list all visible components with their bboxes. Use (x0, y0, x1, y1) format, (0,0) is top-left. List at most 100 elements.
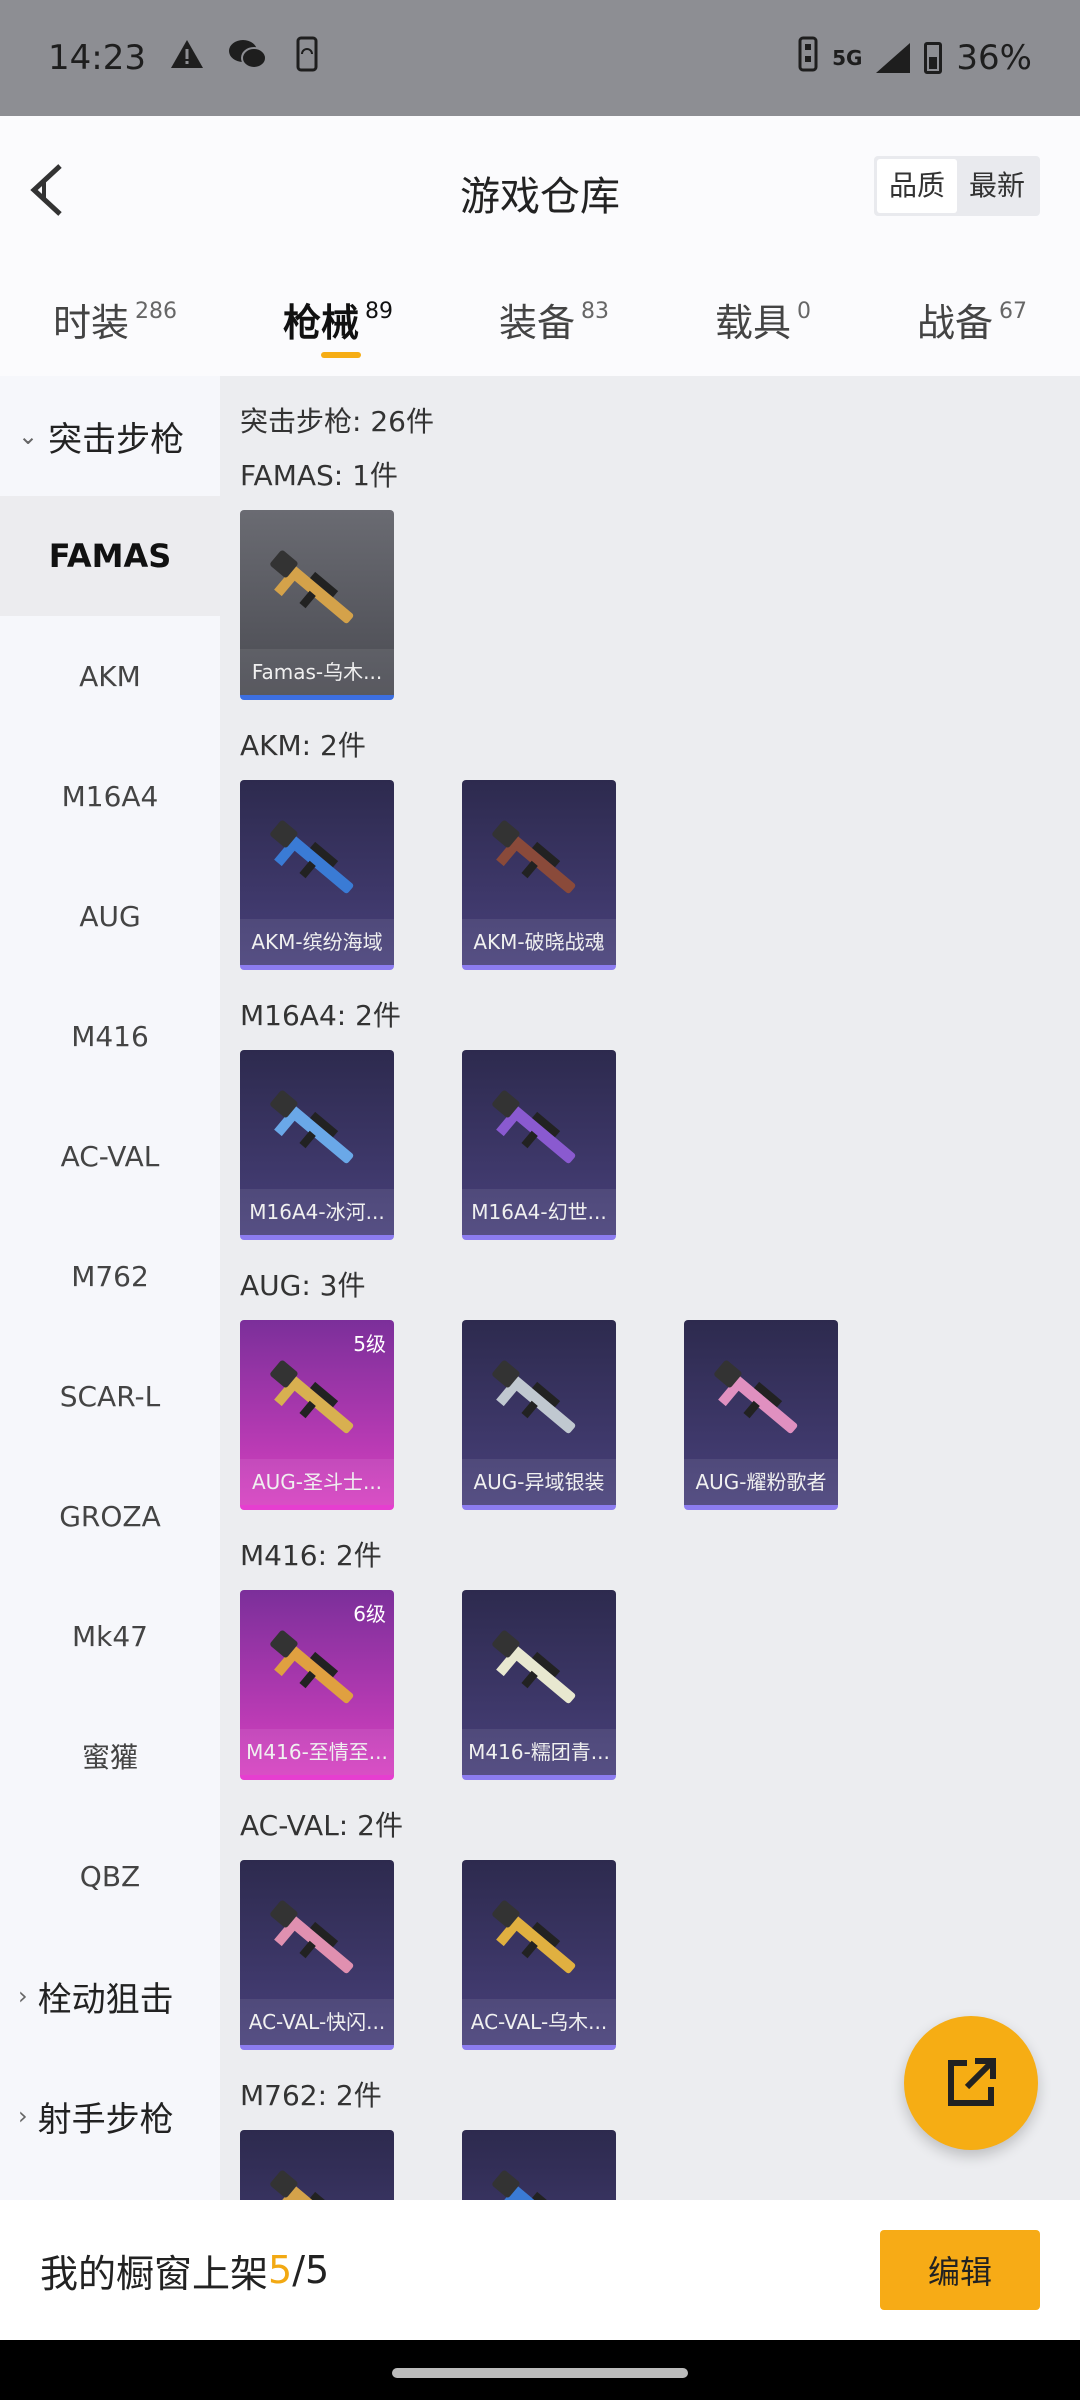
section-title: AKM: 2件 (240, 729, 366, 762)
section-title: FAMAS: 1件 (240, 459, 398, 492)
external-link-icon (948, 2058, 996, 2106)
sidebar-item-mk47[interactable]: Mk47 (0, 1576, 220, 1696)
skin-card[interactable]: AC-VAL-快闪... (240, 1860, 394, 2050)
category-total: 突击步枪: 26件 (240, 405, 434, 438)
skin-row: 6级 M416-至情至... M416-糯团青... (240, 1574, 1080, 1790)
skin-row: M16A4-冰河... M16A4-幻世... (240, 1034, 1080, 1250)
sidebar-item-m416[interactable]: M416 (0, 976, 220, 1096)
gun-icon (492, 2170, 576, 2200)
skin-card[interactable]: 5级 AUG-圣斗士... (240, 1320, 394, 1510)
sort-newest-button[interactable]: 最新 (957, 159, 1037, 213)
tab-vehicles[interactable]: 载具 0 (715, 292, 811, 347)
sidebar-item-m762[interactable]: M762 (0, 1216, 220, 1336)
chevron-down-icon: ⌄ (18, 422, 39, 450)
gun-icon (270, 1630, 354, 1704)
home-indicator[interactable] (392, 2368, 688, 2378)
skin-name: AC-VAL-快闪... (240, 1999, 394, 2045)
skin-card[interactable] (462, 2130, 616, 2200)
section-title: AC-VAL: 2件 (240, 1809, 403, 1842)
sidebar-item-honey-badger[interactable]: 蜜獾 (0, 1696, 220, 1816)
gun-icon (270, 1900, 354, 1974)
skin-card[interactable]: AKM-破晓战魂 (462, 780, 616, 970)
skin-card[interactable]: AC-VAL-乌木... (462, 1860, 616, 2050)
skin-card[interactable] (240, 2130, 394, 2200)
skin-card[interactable]: AUG-耀粉歌者 (684, 1320, 838, 1510)
chevron-right-icon: › (18, 2102, 28, 2130)
showcase-bar: 我的橱窗上架 5 /5 编辑 (0, 2200, 1080, 2340)
gun-icon (492, 1090, 576, 1164)
skin-name: M16A4-幻世... (462, 1189, 616, 1235)
battery-percent: 36% (956, 38, 1032, 78)
showcase-count: 5 (268, 2248, 293, 2292)
sort-toggle: 品质 最新 (873, 156, 1040, 216)
gun-icon (270, 820, 354, 894)
tab-supplies[interactable]: 战备 67 (917, 292, 1027, 347)
sidebar-item-akm[interactable]: AKM (0, 616, 220, 736)
sidebar-item-scar-l[interactable]: SCAR-L (0, 1336, 220, 1456)
section-title: M416: 2件 (240, 1539, 382, 1572)
weapon-sidebar: ⌄ 突击步枪 FAMAS AKM M16A4 AUG M416 AC-VAL M… (0, 376, 220, 2200)
status-bar: 14:23 5G 36% (0, 0, 1080, 116)
sidebar-item-qbz[interactable]: QBZ (0, 1816, 220, 1936)
showcase-total: /5 (292, 2248, 330, 2292)
skin-name: M416-糯团青... (462, 1729, 616, 1775)
skin-name: AKM-缤纷海域 (240, 919, 394, 965)
edit-button[interactable]: 编辑 (880, 2230, 1040, 2310)
network-type: 5G (832, 46, 863, 70)
gun-icon (714, 1360, 798, 1434)
skin-level: 5级 (353, 1332, 386, 1356)
skin-name: Famas-乌木... (240, 649, 394, 695)
sidebar-group-assault-rifles[interactable]: ⌄ 突击步枪 (0, 376, 220, 496)
gun-icon (492, 1630, 576, 1704)
sidebar-item-aug[interactable]: AUG (0, 856, 220, 976)
phone-sync-icon (292, 36, 322, 81)
weapon-grid: 突击步枪: 26件 FAMAS: 1件 Famas-乌木... AKM: 2件 AKM… (220, 376, 1080, 2200)
battery-icon (924, 42, 943, 74)
skin-name: AUG-圣斗士... (240, 1459, 394, 1505)
skin-card[interactable]: AKM-缤纷海域 (240, 780, 394, 970)
sidebar-group-marksman[interactable]: › 射手步枪 (0, 2056, 220, 2176)
sidebar-item-ac-val[interactable]: AC-VAL (0, 1096, 220, 1216)
gun-icon (270, 550, 354, 624)
gun-icon (270, 1360, 354, 1434)
skin-name: M16A4-冰河... (240, 1189, 394, 1235)
skin-card[interactable]: M16A4-冰河... (240, 1050, 394, 1240)
skin-name: M416-至情至... (240, 1729, 394, 1775)
sidebar-item-famas[interactable]: FAMAS (0, 496, 220, 616)
showcase-label: 我的橱窗上架 (40, 2251, 269, 2296)
skin-name: AUG-耀粉歌者 (684, 1459, 838, 1505)
sort-quality-button[interactable]: 品质 (876, 159, 957, 213)
section-title: AUG: 3件 (240, 1269, 366, 1302)
tab-equipment[interactable]: 装备 83 (499, 292, 609, 347)
clock: 14:23 (48, 38, 146, 78)
sidebar-item-m16a4[interactable]: M16A4 (0, 736, 220, 856)
wechat-icon (228, 38, 268, 79)
gun-icon (492, 1360, 576, 1434)
skin-row: Famas-乌木... (240, 494, 1080, 710)
skin-card[interactable]: M16A4-幻世... (462, 1050, 616, 1240)
gun-icon (492, 1900, 576, 1974)
tab-fashion[interactable]: 时装 286 (53, 292, 177, 347)
skin-card[interactable]: M416-糯团青... (462, 1590, 616, 1780)
share-fab[interactable] (904, 2016, 1038, 2150)
category-tabs: 时装 286 枪械 89 装备 83 载具 0 战备 67 (0, 256, 1080, 376)
skin-row: 5级 AUG-圣斗士... AUG-异域银装 AUG-耀粉歌者 (240, 1304, 1080, 1520)
app-header: 游戏仓库 品质 最新 (0, 116, 1080, 256)
signal-icon (876, 43, 911, 73)
chevron-right-icon: › (18, 1982, 28, 2010)
active-tab-indicator (320, 352, 361, 358)
skin-row: AKM-缤纷海域 AKM-破晓战魂 (240, 764, 1080, 980)
skin-card[interactable]: AUG-异域银装 (462, 1320, 616, 1510)
gun-icon (270, 1090, 354, 1164)
skin-name: AC-VAL-乌木... (462, 1999, 616, 2045)
gun-icon (492, 820, 576, 894)
sim-icon (798, 36, 818, 81)
tab-firearms[interactable]: 枪械 89 (283, 292, 393, 358)
sidebar-item-groza[interactable]: GROZA (0, 1456, 220, 1576)
system-nav-bar (0, 2340, 1080, 2400)
skin-card[interactable]: Famas-乌木... (240, 510, 394, 700)
sidebar-group-bolt-action[interactable]: › 栓动狙击 (0, 1936, 220, 2056)
skin-card[interactable]: 6级 M416-至情至... (240, 1590, 394, 1780)
skin-name: AKM-破晓战魂 (462, 919, 616, 965)
section-title: M16A4: 2件 (240, 999, 401, 1032)
